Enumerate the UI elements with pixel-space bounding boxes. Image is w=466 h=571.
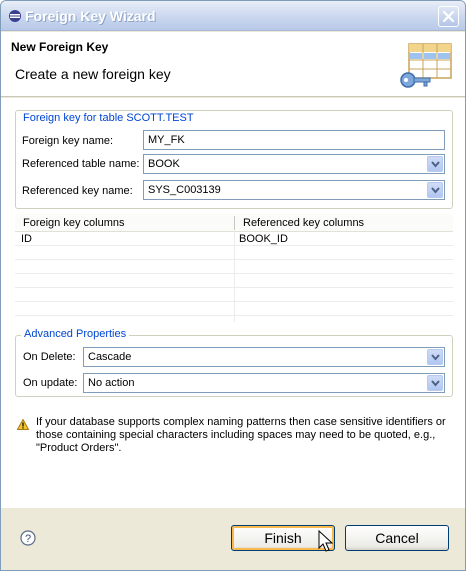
cell-fk-column[interactable]: ID bbox=[21, 233, 32, 245]
close-icon bbox=[443, 11, 454, 22]
help-icon[interactable]: ? bbox=[20, 530, 36, 546]
window-title: Foreign Key Wizard bbox=[25, 8, 156, 24]
column-grid-line bbox=[234, 232, 235, 322]
on-delete-value: Cascade bbox=[88, 351, 132, 363]
column-divider[interactable] bbox=[234, 216, 235, 230]
on-update-dropdown-button[interactable] bbox=[427, 375, 443, 391]
on-update-label: On update: bbox=[23, 377, 78, 389]
on-delete-label: On Delete: bbox=[23, 351, 76, 363]
chevron-down-icon bbox=[431, 187, 440, 194]
ref-table-value: BOOK bbox=[148, 158, 180, 170]
column-header-ref[interactable]: Referenced key columns bbox=[243, 217, 364, 229]
key-columns-table[interactable]: Foreign key columns Referenced key colum… bbox=[15, 214, 453, 322]
warning-icon bbox=[17, 419, 29, 430]
banner-subtitle: Create a new foreign key bbox=[15, 66, 171, 82]
ref-key-dropdown-button[interactable] bbox=[427, 182, 443, 198]
column-header-fk[interactable]: Foreign key columns bbox=[23, 217, 125, 229]
fk-name-label: Foreign key name: bbox=[22, 135, 114, 147]
ref-key-label: Referenced key name: bbox=[22, 185, 133, 197]
ref-key-select[interactable]: SYS_C003139 bbox=[143, 180, 445, 200]
table-key-icon bbox=[400, 43, 452, 88]
close-button[interactable] bbox=[438, 6, 459, 27]
banner-title: New Foreign Key bbox=[11, 40, 109, 54]
ref-table-label: Referenced table name: bbox=[22, 158, 140, 170]
chevron-down-icon bbox=[431, 161, 440, 168]
on-delete-select[interactable]: Cascade bbox=[83, 347, 445, 367]
wizard-content: Foreign key for table SCOTT.TEST Foreign… bbox=[1, 98, 465, 508]
chevron-down-icon bbox=[431, 380, 440, 387]
fk-group-legend: Foreign key for table SCOTT.TEST bbox=[20, 112, 197, 124]
ref-table-dropdown-button[interactable] bbox=[427, 156, 443, 172]
title-bar[interactable]: Foreign Key Wizard bbox=[1, 1, 465, 31]
advanced-group-legend: Advanced Properties bbox=[21, 328, 130, 340]
on-update-select[interactable]: No action bbox=[83, 373, 445, 393]
fk-name-input[interactable]: MY_FK bbox=[143, 130, 445, 150]
cancel-button[interactable]: Cancel bbox=[345, 525, 449, 551]
ref-key-value: SYS_C003139 bbox=[148, 184, 221, 196]
svg-text:?: ? bbox=[25, 533, 31, 545]
wizard-banner: New Foreign Key Create a new foreign key bbox=[1, 32, 465, 97]
table-header: Foreign key columns Referenced key colum… bbox=[15, 214, 453, 232]
chevron-down-icon bbox=[431, 354, 440, 361]
mouse-pointer-icon bbox=[318, 530, 334, 552]
wizard-footer: ? Finish Cancel bbox=[1, 508, 465, 570]
app-icon bbox=[9, 10, 21, 22]
on-update-value: No action bbox=[88, 377, 135, 389]
warning-message: If your database supports complex naming… bbox=[36, 416, 446, 454]
ref-table-select[interactable]: BOOK bbox=[143, 154, 445, 174]
cell-ref-column[interactable]: BOOK_ID bbox=[239, 233, 288, 245]
on-delete-dropdown-button[interactable] bbox=[427, 349, 443, 365]
foreign-key-wizard-dialog: Foreign Key Wizard New Foreign Key Creat… bbox=[0, 0, 466, 571]
